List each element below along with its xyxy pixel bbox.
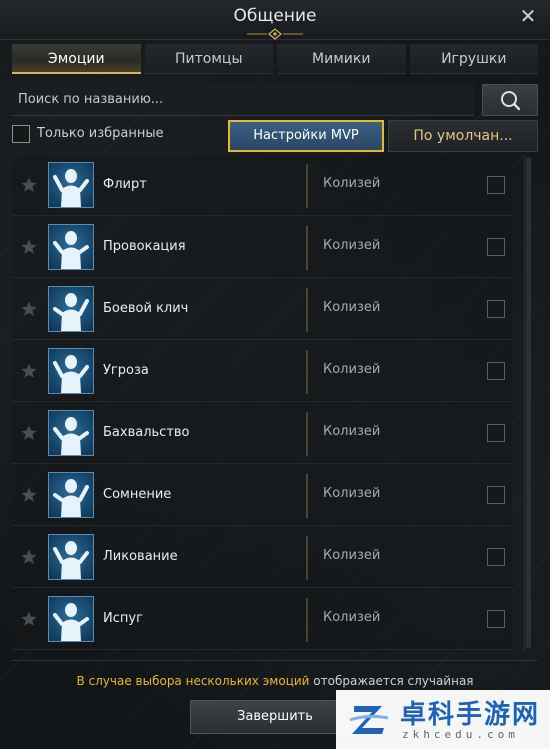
- emote-figure-icon: [53, 479, 89, 517]
- emote-figure-icon: [53, 603, 89, 641]
- emote-name: Флирт: [103, 177, 147, 192]
- emote-icon[interactable]: [48, 410, 94, 456]
- favorite-star-icon[interactable]: [20, 486, 38, 504]
- column-divider: [306, 412, 308, 456]
- watermark-logo-icon: [349, 706, 389, 734]
- tab-mimics[interactable]: Мимики: [277, 44, 406, 74]
- tab-emotions[interactable]: Эмоции: [12, 44, 141, 74]
- favorite-star-icon[interactable]: [20, 424, 38, 442]
- favorite-star-icon[interactable]: [20, 238, 38, 256]
- emote-name: Боевой клич: [103, 301, 189, 316]
- favorite-star-icon[interactable]: [20, 362, 38, 380]
- finish-button[interactable]: Завершить: [190, 700, 360, 734]
- emote-checkbox[interactable]: [487, 424, 505, 442]
- emote-row[interactable]: Флирт Колизей: [12, 156, 512, 216]
- column-divider: [306, 288, 308, 332]
- window-title: Общение: [233, 6, 317, 26]
- emote-figure-icon: [53, 541, 89, 579]
- divider: [12, 660, 538, 661]
- notice-text: В случае выбора нескольких эмоций отобра…: [0, 674, 550, 688]
- default-sort-button[interactable]: По умолчан...: [388, 120, 538, 152]
- emote-row[interactable]: Сомнение Колизей: [12, 466, 512, 526]
- emote-source: Колизей: [323, 362, 381, 377]
- emote-source: Колизей: [323, 548, 381, 563]
- notice-highlight: В случае выбора нескольких эмоций: [76, 674, 310, 688]
- emote-source: Колизей: [323, 610, 381, 625]
- emote-name: Сомнение: [103, 487, 172, 502]
- favorite-star-icon[interactable]: [20, 610, 38, 628]
- tab-toys[interactable]: Игрушки: [409, 44, 538, 74]
- search-button[interactable]: [482, 84, 538, 116]
- tab-bar: Эмоции Питомцы Мимики Игрушки: [12, 44, 538, 74]
- watermark-url: zkhcedu.com: [402, 728, 519, 741]
- emote-checkbox[interactable]: [487, 486, 505, 504]
- emote-figure-icon: [53, 355, 89, 393]
- emote-icon[interactable]: [48, 472, 94, 518]
- column-divider: [306, 474, 308, 518]
- ornament-icon: [247, 28, 303, 40]
- favorite-star-icon[interactable]: [20, 300, 38, 318]
- column-divider: [306, 598, 308, 642]
- emote-row[interactable]: Испуг Колизей: [12, 590, 512, 650]
- emote-source: Колизей: [323, 238, 381, 253]
- emote-name: Бахвальство: [103, 425, 190, 440]
- scrollbar[interactable]: [524, 156, 532, 652]
- emote-icon[interactable]: [48, 534, 94, 580]
- mvp-settings-button[interactable]: Настройки MVP: [228, 120, 384, 152]
- emote-icon[interactable]: [48, 348, 94, 394]
- emote-checkbox[interactable]: [487, 300, 505, 318]
- favorites-checkbox[interactable]: [12, 125, 30, 143]
- social-window: Общение ✕ Эмоции Питомцы Мимики Игрушки …: [0, 0, 550, 749]
- emote-name: Ликование: [103, 549, 178, 564]
- scrollbar-thumb[interactable]: [526, 158, 531, 648]
- emote-icon[interactable]: [48, 162, 94, 208]
- tab-pets[interactable]: Питомцы: [144, 44, 273, 74]
- emote-figure-icon: [53, 417, 89, 455]
- emote-row[interactable]: Бахвальство Колизей: [12, 404, 512, 464]
- column-divider: [306, 164, 308, 208]
- watermark-text: 卓科手游网: [400, 700, 541, 730]
- column-divider: [306, 226, 308, 270]
- emote-icon[interactable]: [48, 224, 94, 270]
- emote-source: Колизей: [323, 486, 381, 501]
- emote-row[interactable]: Угроза Колизей: [12, 342, 512, 402]
- emote-figure-icon: [53, 293, 89, 331]
- favorite-star-icon[interactable]: [20, 548, 38, 566]
- filter-row: Только избранные Настройки MVP По умолча…: [12, 120, 538, 152]
- emote-name: Испуг: [103, 611, 143, 626]
- emote-checkbox[interactable]: [487, 548, 505, 566]
- emote-name: Провокация: [103, 239, 186, 254]
- emote-checkbox[interactable]: [487, 610, 505, 628]
- emote-source: Колизей: [323, 176, 381, 191]
- notice-rest: отображается случайная: [309, 674, 474, 688]
- favorites-label: Только избранные: [37, 126, 164, 141]
- emote-checkbox[interactable]: [487, 176, 505, 194]
- emote-checkbox[interactable]: [487, 238, 505, 256]
- close-icon[interactable]: ✕: [518, 6, 538, 26]
- search-row: [12, 84, 538, 116]
- emote-source: Колизей: [323, 424, 381, 439]
- emote-figure-icon: [53, 231, 89, 269]
- emote-list: Флирт Колизей Провокация Колизей Боевой …: [12, 156, 512, 652]
- favorite-star-icon[interactable]: [20, 176, 38, 194]
- emote-row[interactable]: Ликование Колизей: [12, 528, 512, 588]
- emote-source: Колизей: [323, 300, 381, 315]
- emote-row[interactable]: Провокация Колизей: [12, 218, 512, 278]
- emote-name: Угроза: [103, 363, 149, 378]
- emote-row[interactable]: Боевой клич Колизей: [12, 280, 512, 340]
- emote-icon[interactable]: [48, 286, 94, 332]
- column-divider: [306, 350, 308, 394]
- title-bar: Общение ✕: [0, 0, 550, 40]
- search-icon: [501, 91, 521, 111]
- search-input[interactable]: [12, 84, 474, 116]
- emote-checkbox[interactable]: [487, 362, 505, 380]
- emote-figure-icon: [53, 169, 89, 207]
- emote-icon[interactable]: [48, 596, 94, 642]
- watermark: 卓科手游网 zkhcedu.com: [336, 690, 550, 749]
- column-divider: [306, 536, 308, 580]
